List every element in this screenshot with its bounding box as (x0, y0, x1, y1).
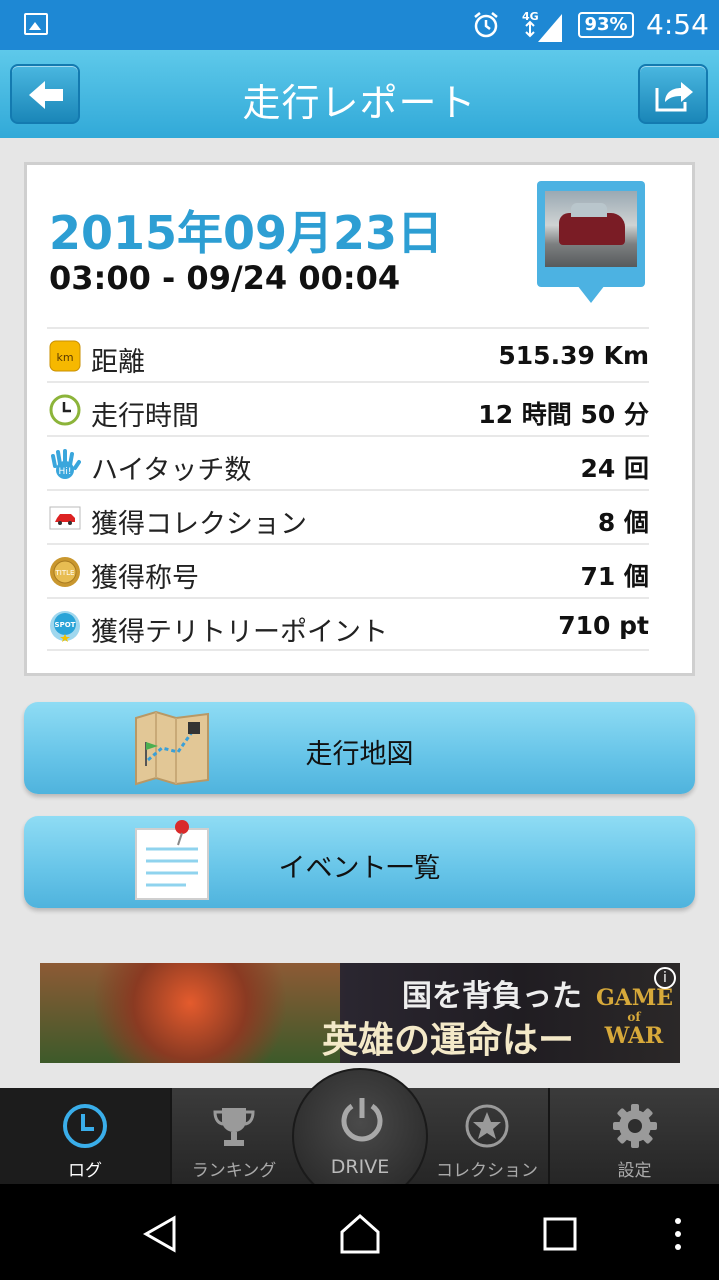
stat-row-high-five: Hi! ハイタッチ数 24 回 (47, 435, 649, 489)
stat-value: 8 個 (597, 508, 649, 537)
stat-label: 獲得テリトリーポイント (91, 617, 388, 648)
stat-row-distance: km 距離 515.39 Km (47, 327, 649, 381)
ad-headline-1: 国を背負った (402, 979, 582, 1014)
car-photo (545, 191, 637, 267)
ad-headline-2: 英雄の運命はー (322, 1019, 575, 1061)
recents-nav-icon[interactable] (542, 1216, 578, 1252)
stat-value: 24 回 (580, 454, 650, 483)
system-nav-bar (0, 1184, 719, 1280)
stat-label: 走行時間 (91, 401, 199, 432)
stat-label: 獲得コレクション (91, 509, 307, 540)
car-photo-frame (537, 181, 645, 287)
stat-value: 710 pt (558, 611, 649, 640)
stat-label: ハイタッチ数 (91, 455, 252, 486)
app-bar: 走行レポート (0, 50, 719, 138)
tab-ranking-label: ランキング (191, 1161, 277, 1181)
clock-tab-icon (63, 1104, 107, 1148)
home-nav-icon[interactable] (338, 1212, 382, 1256)
pin-tail (577, 285, 605, 303)
stat-row-collection: 獲得コレクション 8 個 (47, 489, 649, 543)
tab-collection[interactable]: コレクション (426, 1088, 548, 1184)
drive-map-label: 走行地図 (305, 739, 414, 770)
medal-icon: TITLE (50, 557, 80, 587)
spot-icon: SPOT (50, 611, 80, 642)
share-button[interactable] (638, 64, 708, 124)
svg-text:km: km (56, 351, 73, 364)
svg-text:Hi!: Hi! (59, 467, 72, 477)
ad-battle-scene (40, 963, 340, 1063)
tab-settings-label: 設定 (617, 1161, 652, 1181)
share-icon (655, 82, 693, 112)
game-of-war-logo: GAME of WAR (596, 985, 673, 1049)
power-icon (341, 1098, 383, 1142)
stat-label: 獲得称号 (91, 563, 199, 594)
page-title: 走行レポート (242, 81, 477, 125)
star-badge-icon (465, 1104, 509, 1148)
km-icon: km (49, 340, 81, 372)
report-card: 2015年09月23日 03:00 - 09/24 00:04 km 距離 51… (24, 162, 695, 676)
signal-icon: 4G (522, 10, 562, 42)
status-bar: 4G 93% 4:54 (0, 0, 719, 50)
stat-row-drive-time: 走行時間 12 時間 50 分 (47, 381, 649, 435)
stat-value: 71 個 (580, 562, 650, 591)
ad-info-icon[interactable]: i (654, 967, 676, 989)
tab-ranking[interactable]: ランキング (172, 1088, 296, 1184)
drive-label: DRIVE (330, 1156, 390, 1178)
back-nav-icon[interactable] (140, 1214, 180, 1254)
car-photo-pin[interactable] (537, 181, 647, 311)
event-list-label: イベント一覧 (278, 853, 441, 884)
menu-dots-icon[interactable] (672, 1216, 684, 1252)
tab-log[interactable]: ログ (0, 1088, 170, 1184)
image-notification-icon (24, 13, 48, 35)
battery-indicator: 93% (578, 12, 634, 38)
tab-log-label: ログ (68, 1161, 102, 1181)
ad-banner[interactable]: 国を背負った 英雄の運命はー GAME of WAR i (40, 963, 680, 1063)
stat-value: 12 時間 50 分 (478, 400, 649, 429)
report-time-range: 03:00 - 09/24 00:04 (49, 259, 401, 297)
trophy-icon (213, 1108, 255, 1146)
car-card-icon (49, 506, 81, 530)
stat-label: 距離 (91, 347, 145, 378)
hi-five-icon: Hi! (51, 449, 81, 479)
tab-collection-label: コレクション (436, 1161, 538, 1181)
report-date: 2015年09月23日 (49, 206, 444, 260)
clock-time: 4:54 (646, 8, 709, 41)
clock-icon (49, 394, 81, 426)
alarm-icon (474, 12, 498, 38)
drive-map-button[interactable]: 走行地図 (24, 702, 695, 794)
event-list-button[interactable]: イベント一覧 (24, 816, 695, 908)
stat-row-territory: SPOT 獲得テリトリーポイント 710 pt (47, 597, 649, 651)
tab-settings[interactable]: 設定 (550, 1088, 719, 1184)
stats-list: km 距離 515.39 Km 走行時間 12 時間 50 分 Hi! ハイタッ… (47, 327, 649, 651)
stat-row-titles: TITLE 獲得称号 71 個 (47, 543, 649, 597)
stat-value: 515.39 Km (498, 341, 649, 370)
svg-text:TITLE: TITLE (55, 569, 75, 577)
svg-text:SPOT: SPOT (55, 621, 76, 629)
gear-icon (612, 1104, 657, 1148)
